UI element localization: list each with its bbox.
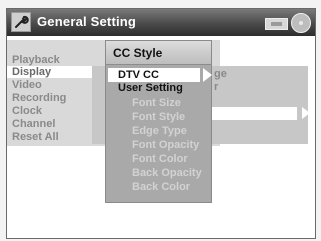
cc-option-back-opacity[interactable]: Back Opacity (132, 167, 202, 179)
vcr-icon (265, 18, 288, 30)
cc-option-font-size[interactable]: Font Size (132, 97, 181, 109)
menu-item-reset-all[interactable]: Reset All (12, 131, 59, 143)
cc-option-dtv-cc[interactable]: DTV CC (118, 68, 159, 82)
cc-style-header: CC Style (106, 41, 211, 65)
submenu-item-fragment[interactable]: r (214, 81, 218, 93)
arrow-right-icon (203, 68, 212, 82)
window-title: General Setting (37, 14, 137, 29)
cc-option-font-color[interactable]: Font Color (132, 153, 188, 165)
cc-option-font-opacity[interactable]: Font Opacity (132, 139, 199, 151)
cc-option-back-color[interactable]: Back Color (132, 181, 190, 193)
menu-item-clock[interactable]: Clock (12, 105, 42, 117)
cc-option-font-style[interactable]: Font Style (132, 111, 185, 123)
cc-option-edge-type[interactable]: Edge Type (132, 125, 187, 137)
menu-item-channel[interactable]: Channel (12, 118, 55, 130)
cc-style-title: CC Style (113, 46, 163, 60)
cc-style-panel: CC Style DTV CC User Setting Font Size F… (105, 40, 212, 203)
menu-item-video[interactable]: Video (12, 79, 42, 91)
wrench-icon (11, 12, 31, 32)
cc-option-user-setting[interactable]: User Setting (118, 81, 183, 95)
title-bar: General Setting (7, 9, 315, 36)
menu-item-recording[interactable]: Recording (12, 92, 66, 104)
submenu-item-fragment[interactable]: ge (214, 68, 227, 80)
arrow-right-icon (302, 107, 310, 119)
disc-icon (291, 13, 311, 33)
menu-item-playback[interactable]: Playback (12, 54, 60, 66)
